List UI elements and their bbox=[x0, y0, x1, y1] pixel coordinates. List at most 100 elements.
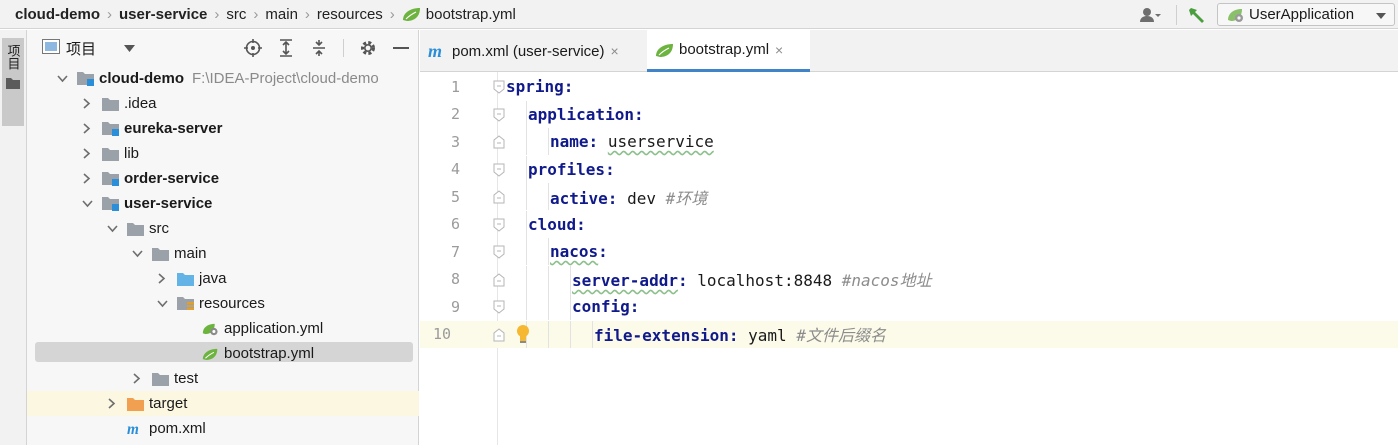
breadcrumb-label: bootstrap.yml bbox=[425, 5, 516, 23]
tree-item[interactable]: user-service bbox=[27, 191, 419, 216]
fold-end-icon[interactable] bbox=[493, 272, 505, 286]
code-line[interactable]: 2 application: bbox=[420, 100, 1398, 128]
build-hammer-icon[interactable] bbox=[1185, 3, 1209, 27]
chevron-right-icon[interactable] bbox=[106, 398, 118, 410]
separator bbox=[1176, 4, 1177, 25]
breadcrumb-label: user-service bbox=[119, 5, 208, 23]
code-line[interactable]: 5 active: dev #环境 bbox=[420, 183, 1398, 210]
close-icon[interactable]: × bbox=[611, 43, 619, 59]
fold-end-icon[interactable] bbox=[493, 327, 505, 341]
breadcrumb-item[interactable]: src bbox=[226, 6, 246, 23]
breadcrumb-item[interactable]: resources bbox=[317, 6, 383, 23]
yaml-key: name bbox=[550, 132, 589, 151]
tree-item[interactable]: cloud-demo F:\IDEA-Project\cloud-demo bbox=[27, 66, 419, 91]
code-line[interactable]: 9 config: bbox=[420, 293, 1398, 320]
fold-end-icon[interactable] bbox=[493, 134, 505, 149]
folder-icon bbox=[127, 221, 144, 237]
code-line[interactable]: 1 spring: bbox=[420, 73, 1398, 100]
folder-icon bbox=[6, 76, 20, 93]
tree-item-label: target bbox=[149, 395, 188, 412]
chevron-down-icon[interactable] bbox=[56, 73, 68, 85]
indent-guide bbox=[570, 265, 571, 293]
chevron-right-icon[interactable] bbox=[81, 173, 93, 185]
indent-guide bbox=[570, 293, 571, 320]
breadcrumb-separator-icon: › bbox=[304, 5, 310, 23]
fold-open-icon[interactable] bbox=[493, 244, 505, 259]
minimize-icon[interactable] bbox=[392, 39, 410, 57]
line-number: 2 bbox=[450, 105, 460, 123]
breadcrumb-label: resources bbox=[316, 5, 383, 23]
tree-item[interactable]: target bbox=[27, 391, 419, 416]
tree-item[interactable]: .idea bbox=[27, 91, 419, 116]
indent-guide bbox=[548, 128, 549, 155]
tree-item[interactable]: application.yml bbox=[27, 316, 419, 341]
fold-open-icon[interactable] bbox=[493, 79, 505, 94]
tree-item[interactable]: lib bbox=[27, 141, 419, 166]
chevron-down-icon[interactable] bbox=[131, 248, 143, 260]
tree-item-label: user-service bbox=[124, 195, 213, 212]
tree-item-label: java bbox=[199, 270, 227, 287]
lightbulb-icon[interactable] bbox=[516, 324, 530, 348]
fold-open-icon[interactable] bbox=[493, 217, 505, 232]
code-line[interactable]: 10 file-extension: yaml #文件后缀名 bbox=[420, 320, 1398, 348]
tree-item[interactable]: order-service bbox=[27, 166, 419, 191]
code-text: name: userservice bbox=[550, 132, 714, 151]
tree-item[interactable]: m pom.xml bbox=[27, 416, 419, 441]
tree-item-label: src bbox=[149, 220, 169, 237]
breadcrumb-label: src bbox=[226, 5, 247, 23]
fold-end-icon[interactable] bbox=[493, 189, 505, 204]
yaml-key: server-addr bbox=[572, 271, 678, 290]
yaml-colon: : bbox=[633, 104, 644, 124]
maven-icon: m bbox=[127, 421, 144, 437]
chevron-right-icon[interactable] bbox=[81, 148, 93, 160]
tree-item[interactable]: bootstrap.yml bbox=[27, 341, 419, 366]
breadcrumb-item[interactable]: user-service bbox=[119, 6, 207, 23]
line-number: 1 bbox=[450, 77, 460, 96]
breadcrumb-item[interactable]: cloud-demo bbox=[15, 6, 100, 23]
breadcrumb-item[interactable]: main bbox=[265, 6, 298, 23]
yaml-comment: #环境 bbox=[665, 188, 708, 208]
chevron-down-icon[interactable] bbox=[81, 198, 93, 210]
chevron-right-icon[interactable] bbox=[81, 98, 93, 110]
tree-item-label: eureka-server bbox=[124, 120, 223, 137]
tree-item[interactable]: src bbox=[27, 216, 419, 241]
locate-target-icon[interactable] bbox=[244, 39, 262, 57]
breadcrumb-item[interactable]: bootstrap.yml bbox=[402, 6, 516, 23]
fold-open-icon[interactable] bbox=[493, 162, 505, 177]
gear-icon[interactable] bbox=[359, 39, 377, 57]
collapse-all-icon[interactable] bbox=[310, 39, 328, 57]
project-tool-window-tab[interactable]: 项目 bbox=[2, 38, 24, 126]
tree-item[interactable]: main bbox=[27, 241, 419, 266]
yaml-key: config bbox=[572, 297, 630, 316]
chevron-right-icon[interactable] bbox=[81, 123, 93, 135]
yaml-comment: #nacos地址 bbox=[841, 271, 932, 290]
user-icon[interactable] bbox=[1134, 3, 1168, 27]
chevron-down-icon[interactable] bbox=[124, 44, 136, 52]
chevron-right-icon[interactable] bbox=[156, 273, 168, 285]
expand-all-icon[interactable] bbox=[277, 39, 295, 57]
close-icon[interactable]: × bbox=[775, 42, 783, 58]
chevron-down-icon[interactable] bbox=[156, 298, 168, 310]
editor-tab[interactable]: m pom.xml (user-service) × bbox=[420, 30, 645, 72]
run-configuration-select[interactable]: UserApplication bbox=[1217, 3, 1395, 26]
project-view-select[interactable]: 项目 bbox=[66, 38, 96, 59]
code-line[interactable]: 8 server-addr: localhost:8848 #nacos地址 bbox=[420, 265, 1398, 293]
chevron-right-icon[interactable] bbox=[131, 373, 143, 385]
code-line[interactable]: 4 profiles: bbox=[420, 155, 1398, 183]
spring-yaml-icon bbox=[202, 346, 219, 362]
editor-tab[interactable]: bootstrap.yml × bbox=[647, 30, 810, 72]
chevron-down-icon[interactable] bbox=[106, 223, 118, 235]
fold-open-icon[interactable] bbox=[493, 107, 505, 122]
tree-item[interactable]: java bbox=[27, 266, 419, 291]
tree-item[interactable]: resources bbox=[27, 291, 419, 316]
tree-item[interactable]: eureka-server bbox=[27, 116, 419, 141]
fold-open-icon[interactable] bbox=[493, 299, 505, 314]
code-line[interactable]: 3 name: userservice bbox=[420, 128, 1398, 155]
code-line[interactable]: 6 cloud: bbox=[420, 210, 1398, 238]
yaml-key: active bbox=[550, 188, 608, 208]
tree-item[interactable]: test bbox=[27, 366, 419, 391]
tree-item-label: order-service bbox=[124, 170, 220, 187]
code-line[interactable]: 7 nacos: bbox=[420, 238, 1398, 265]
tree-item-label: pom.xml bbox=[149, 420, 206, 437]
